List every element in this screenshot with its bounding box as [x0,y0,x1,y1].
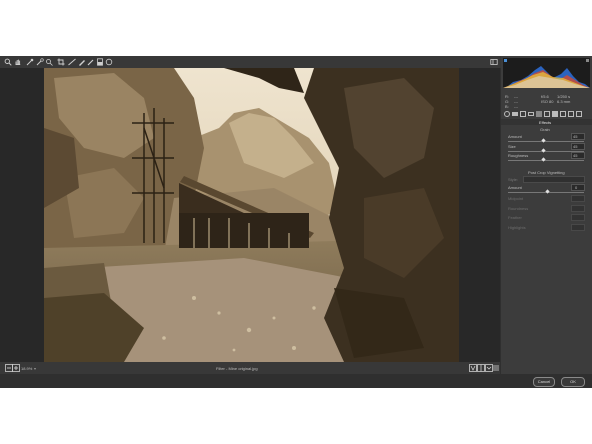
zoom-in-icon[interactable] [12,364,20,372]
grain-size-label: Size [508,144,516,149]
readout-b-value: --- [514,104,518,109]
highlight-clipping-icon[interactable] [586,59,589,62]
camera-raw-window: 18.9% ▾ Filter - Mine original.jpg R: --… [0,56,592,388]
tab-hsl-icon[interactable] [528,112,534,116]
hand-icon[interactable] [14,58,22,66]
vignette-amount-label: Amount [508,185,522,190]
tab-basic-icon[interactable] [504,111,510,117]
histogram [503,58,590,88]
vignette-amount-value: 0 [575,185,578,190]
graduated-filter-icon[interactable] [105,58,113,66]
vignette-amount-field[interactable] [571,184,585,191]
vignette-amount-knob[interactable] [545,189,550,194]
grain-size-value: 45 [573,144,578,149]
before-after-icon[interactable] [469,364,477,372]
vignette-highlights-label: Highlights [508,225,526,230]
view-settings-icon[interactable] [492,364,500,372]
split-view-icon[interactable] [477,364,485,372]
readout-b-label: B: [505,104,509,109]
adjustment-brush-icon[interactable] [96,58,104,66]
grain-amount-slider[interactable] [508,138,584,143]
white-balance-icon[interactable] [26,58,34,66]
grain-amount-label: Amount [508,134,522,139]
grain-size-knob[interactable] [541,148,546,153]
shadow-clipping-icon[interactable] [504,59,507,62]
dialog-footer: Cancel OK [0,374,592,388]
tab-effects-icon[interactable] [552,111,558,117]
panel-title: Effects [539,120,552,125]
vignette-amount-slider[interactable] [508,189,584,194]
tab-presets-icon[interactable] [568,111,574,117]
spot-removal-icon[interactable] [78,58,86,66]
vignette-style-select[interactable] [523,176,585,183]
readout-iso: ISO 80 [541,99,554,104]
ok-button[interactable]: OK [561,377,585,387]
straighten-icon[interactable] [68,58,76,66]
vignette-style-label: Style: [508,177,519,182]
cancel-button[interactable]: Cancel [533,377,555,387]
panel-tabs [503,111,590,118]
preferences-icon[interactable] [490,58,498,66]
tab-tone-curve-icon[interactable] [512,112,518,116]
grain-section-header: Grain [540,127,550,132]
grain-amount-knob[interactable] [541,138,546,143]
vignette-feather-field [571,214,585,221]
vignette-midpoint-field [571,195,585,202]
tab-calibration-icon[interactable] [560,111,566,117]
tab-lens-icon[interactable] [544,111,550,117]
grain-roughness-knob[interactable] [541,157,546,162]
tab-snapshots-icon[interactable] [576,111,582,117]
file-name: Filter - Mine original.jpg [216,366,258,371]
readout-focal-length: 6.3 mm [557,99,571,104]
status-bar: 18.9% ▾ Filter - Mine original.jpg [0,362,500,374]
grain-roughness-slider[interactable] [508,157,584,162]
zoom-dropdown-icon[interactable]: ▾ [34,366,36,371]
vignette-roundness-field [571,205,585,212]
grain-roughness-label: Roughness [508,153,529,158]
vignetting-section-header: Post Crop Vignetting [528,170,565,175]
crop-icon[interactable] [57,58,65,66]
adjustments-panel: R: --- G: --- B: --- f/5.6 1/250 s ISO 8… [501,56,592,374]
vignette-feather-label: Feather [508,215,522,220]
zoom-level-select[interactable]: 18.9% [21,366,32,371]
tab-split-toning-icon[interactable] [536,111,542,117]
vignette-midpoint-label: Midpoint [508,196,524,201]
vignette-highlights-field [571,224,585,231]
tab-detail-icon[interactable] [520,111,526,117]
zoom-icon[interactable] [4,58,12,66]
panel-header: Effects [501,119,592,125]
target-adjust-icon[interactable] [45,58,53,66]
color-sampler-icon[interactable] [36,58,44,66]
grain-amount-value: 45 [573,134,578,139]
red-eye-icon[interactable] [87,58,95,66]
image-canvas[interactable] [0,68,500,362]
vignette-roundness-label: Roundness [508,206,529,211]
preview-image [44,68,459,362]
grain-roughness-value: 45 [573,153,578,158]
